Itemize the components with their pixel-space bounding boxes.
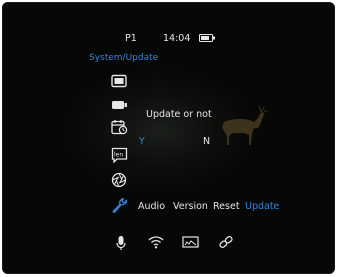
tab-reset[interactable]: Reset xyxy=(213,201,240,212)
device-screen: P1 14:04 System/Update len Update or not… xyxy=(2,2,335,274)
calendar-clock-icon[interactable] xyxy=(111,119,129,135)
link-icon[interactable] xyxy=(218,235,234,251)
confirm-yes-button[interactable]: Y xyxy=(139,136,145,147)
display-icon[interactable] xyxy=(111,74,129,90)
microphone-icon[interactable] xyxy=(116,235,126,251)
wifi-icon[interactable] xyxy=(148,235,164,251)
profile-indicator: P1 xyxy=(125,33,137,44)
svg-text:len: len xyxy=(114,152,123,159)
breadcrumb: System/Update xyxy=(89,53,159,63)
clock: 14:04 xyxy=(163,33,191,44)
language-icon[interactable]: len xyxy=(111,147,129,163)
dialog-title: Update or not xyxy=(146,109,212,120)
status-bar: P1 14:04 xyxy=(2,29,335,45)
tab-version[interactable]: Version xyxy=(173,201,208,212)
tab-audio[interactable]: Audio xyxy=(138,201,165,212)
deer-background-image xyxy=(222,105,268,145)
tab-update[interactable]: Update xyxy=(245,201,279,212)
aperture-icon[interactable] xyxy=(111,172,129,188)
battery-icon xyxy=(199,34,216,45)
confirm-no-button[interactable]: N xyxy=(203,136,210,147)
camera-icon[interactable] xyxy=(111,99,129,115)
screen-record-icon[interactable] xyxy=(182,235,199,251)
wrench-icon[interactable] xyxy=(111,197,129,213)
